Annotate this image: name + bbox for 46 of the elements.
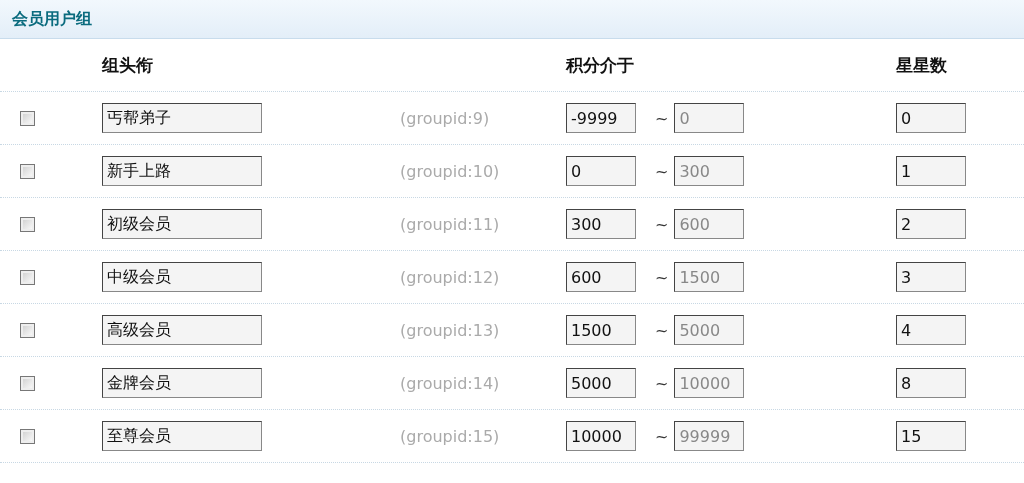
range-separator: ~	[655, 267, 669, 287]
checkbox[interactable]	[20, 428, 35, 444]
group-id: (groupid:12)	[400, 267, 501, 287]
stars-field[interactable]: 0	[896, 103, 966, 133]
min-score-field[interactable]: 10000	[566, 421, 636, 451]
checkbox[interactable]	[20, 322, 35, 338]
column-header: 组头衔	[102, 53, 153, 77]
min-score-field[interactable]: 5000	[566, 368, 636, 398]
stars-field[interactable]: 1	[896, 156, 966, 186]
title-field[interactable]: 中级会员	[102, 262, 262, 292]
checkbox[interactable]	[20, 269, 35, 285]
group-id: (groupid:11)	[400, 214, 501, 234]
min-score-field[interactable]: 0	[566, 156, 636, 186]
stars-field[interactable]: 15	[896, 421, 966, 451]
checkbox[interactable]	[20, 163, 35, 179]
stars-field[interactable]: 2	[896, 209, 966, 239]
checkbox[interactable]	[20, 110, 35, 126]
group-id: (groupid:14)	[400, 373, 501, 393]
range-separator: ~	[655, 373, 669, 393]
title-field[interactable]: 金牌会员	[102, 368, 262, 398]
title-field[interactable]: 初级会员	[102, 209, 262, 239]
stars-field[interactable]: 8	[896, 368, 966, 398]
checkbox[interactable]	[20, 216, 35, 232]
group-id: (groupid:13)	[400, 320, 501, 340]
group-id: (groupid:10)	[400, 161, 501, 181]
range-separator: ~	[655, 161, 669, 181]
range-separator: ~	[655, 320, 669, 340]
title-field[interactable]: 新手上路	[102, 156, 262, 186]
column-header: 积分介于	[566, 53, 634, 77]
stars-field[interactable]: 4	[896, 315, 966, 345]
min-score-field[interactable]: 600	[566, 262, 636, 292]
title-field[interactable]: 至尊会员	[102, 421, 262, 451]
section-title: 会员用户组	[12, 8, 92, 30]
checkbox[interactable]	[20, 375, 35, 391]
title-field[interactable]: 高级会员	[102, 315, 262, 345]
column-header: 星星数	[896, 53, 947, 77]
min-score-field[interactable]: -9999	[566, 103, 636, 133]
min-score-field[interactable]: 1500	[566, 315, 636, 345]
range-separator: ~	[655, 108, 669, 128]
title-field[interactable]: 丐帮弟子	[102, 103, 262, 133]
stars-field[interactable]: 3	[896, 262, 966, 292]
range-separator: ~	[655, 426, 669, 446]
range-separator: ~	[655, 214, 669, 234]
group-id: (groupid:15)	[400, 426, 501, 446]
group-id: (groupid:9)	[400, 108, 491, 128]
min-score-field[interactable]: 300	[566, 209, 636, 239]
